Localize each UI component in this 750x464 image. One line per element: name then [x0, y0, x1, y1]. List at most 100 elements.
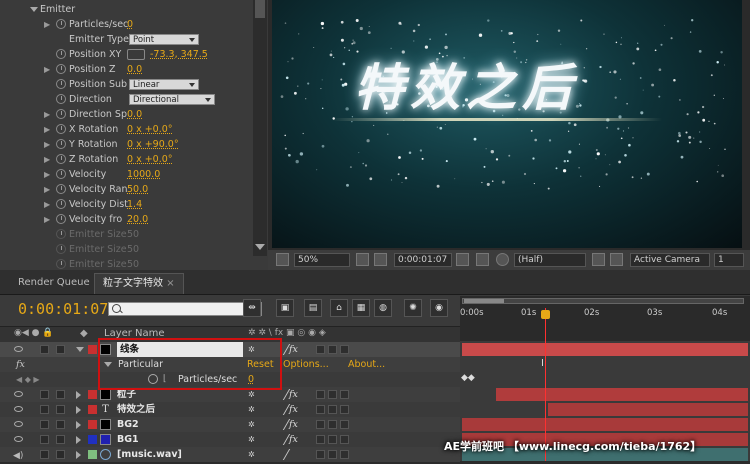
stopwatch-icon[interactable] — [56, 64, 66, 74]
3d-layer-toggle[interactable] — [340, 390, 349, 399]
stopwatch-icon[interactable] — [56, 169, 66, 179]
stopwatch-icon[interactable] — [56, 244, 66, 254]
transparency-grid-icon[interactable] — [610, 253, 623, 266]
twirl-triangle-icon[interactable]: ▶ — [44, 197, 50, 212]
property-value[interactable]: 1000.0 — [127, 167, 160, 182]
3d-layer-toggle[interactable] — [340, 345, 349, 354]
layer-duration-bar[interactable] — [462, 418, 748, 431]
lock-toggle[interactable] — [56, 420, 65, 429]
motion-blur-toggle[interactable] — [316, 435, 325, 444]
frame-blending-button[interactable]: ▦ — [352, 299, 370, 317]
audio-toggle-icon[interactable]: ◀) — [13, 449, 23, 464]
twirl-triangle-icon[interactable]: ▶ — [44, 107, 50, 122]
crosshair-icon[interactable] — [127, 49, 145, 60]
layer-duration-bar[interactable] — [462, 343, 748, 356]
effect-property-row[interactable]: ▶ Direction Sp 0.0 — [0, 107, 252, 122]
lock-toggle[interactable] — [56, 405, 65, 414]
effect-property-row[interactable]: ▶ Velocity Ran 50.0 — [0, 182, 252, 197]
effect-controls-scrollbar[interactable] — [253, 0, 267, 256]
effect-switch-icon[interactable]: fx — [289, 432, 298, 447]
chevron-right-icon[interactable] — [76, 436, 81, 444]
stopwatch-icon[interactable] — [56, 229, 66, 239]
tab-render-queue[interactable]: Render Queue — [10, 273, 98, 293]
property-value[interactable]: 50.0 — [127, 182, 148, 197]
close-icon[interactable]: × — [166, 278, 174, 289]
layer-name[interactable]: BG1 — [117, 432, 139, 447]
solo-toggle[interactable] — [40, 420, 49, 429]
property-value[interactable]: 0.0 — [127, 62, 142, 77]
show-snapshot-icon[interactable] — [476, 253, 489, 266]
layer-duration-bar[interactable] — [548, 403, 748, 416]
composition-canvas[interactable]: 特效之后 — [272, 0, 742, 248]
region-of-interest-icon[interactable] — [592, 253, 605, 266]
scroll-down-arrow-icon[interactable] — [255, 244, 265, 250]
motion-blur-toggle[interactable] — [316, 345, 325, 354]
twirl-triangle-icon[interactable]: ▶ — [44, 62, 50, 77]
eye-icon[interactable] — [14, 421, 23, 427]
camera-snapshot-icon[interactable] — [456, 253, 469, 266]
motion-blur-toggle[interactable] — [316, 405, 325, 414]
property-value[interactable]: 0 — [127, 17, 133, 32]
av-features-icons[interactable]: ◉◀ ● 🔒 — [14, 328, 54, 338]
stopwatch-icon[interactable] — [56, 259, 66, 269]
property-value[interactable]: 0.0 — [127, 107, 142, 122]
emitter-section-header[interactable]: Emitter — [0, 2, 252, 17]
effect-property-row[interactable]: ▶ Y Rotation 0 x +90.0° — [0, 137, 252, 152]
layer-row[interactable]: T 特效之后 ✲ fx — [0, 402, 460, 417]
layer-name[interactable]: 特效之后 — [117, 402, 155, 417]
label-color-swatch[interactable] — [88, 345, 97, 354]
twirl-triangle-icon[interactable]: ▶ — [44, 122, 50, 137]
property-value[interactable]: 20.0 — [127, 212, 148, 227]
work-area-start[interactable] — [464, 299, 504, 303]
twirl-triangle-icon[interactable]: ▶ — [44, 137, 50, 152]
twirl-triangle-icon[interactable]: ▶ — [44, 152, 50, 167]
twirl-triangle-icon[interactable]: ▶ — [44, 182, 50, 197]
adjustment-toggle[interactable] — [328, 420, 337, 429]
chevron-right-icon[interactable] — [76, 421, 81, 429]
chevron-right-icon[interactable] — [76, 406, 81, 414]
twirl-triangle-icon[interactable]: ▶ — [44, 212, 50, 227]
layer-name[interactable]: [music.wav] — [117, 447, 182, 462]
grid-icon[interactable] — [356, 253, 369, 266]
shy-switch-icon[interactable]: ✲ — [248, 390, 258, 399]
lock-toggle[interactable] — [56, 345, 65, 354]
playhead-handle[interactable] — [541, 310, 550, 319]
layer-row[interactable]: BG1 ✲ fx — [0, 432, 460, 447]
tab-composition[interactable]: 粒子文字特效 × — [94, 273, 184, 294]
label-color-swatch[interactable] — [88, 405, 97, 414]
view-layout-dropdown[interactable]: 1 — [714, 253, 744, 267]
eye-icon[interactable] — [14, 436, 23, 442]
effect-property-row[interactable]: ▶ Velocity Dist 1.4 — [0, 197, 252, 212]
camera-dropdown[interactable]: Active Camera — [630, 253, 710, 267]
solo-toggle[interactable] — [40, 450, 49, 459]
effect-options-link[interactable]: Options... — [283, 357, 329, 372]
chevron-right-icon[interactable] — [76, 451, 81, 459]
stopwatch-icon[interactable] — [56, 139, 66, 149]
shy-switch-icon[interactable]: ✲ — [248, 435, 258, 444]
stopwatch-icon[interactable] — [56, 154, 66, 164]
quality-switch-icon[interactable] — [272, 419, 291, 430]
shy-switch-icon[interactable]: ✲ — [248, 420, 258, 429]
eye-icon[interactable] — [14, 346, 23, 352]
resolution-dropdown[interactable]: (Half) — [514, 253, 586, 267]
always-preview-icon[interactable] — [276, 253, 289, 266]
mask-visibility-icon[interactable] — [374, 253, 387, 266]
effect-property-row[interactable]: Emitter Type Point — [0, 32, 252, 47]
draft-3d-button[interactable]: ▤ — [304, 299, 322, 317]
effect-property-row[interactable]: ▶ Position Z 0.0 — [0, 62, 252, 77]
twirl-triangle-icon[interactable]: ▶ — [44, 167, 50, 182]
effect-property-row[interactable]: Emitter Size 50 — [0, 227, 252, 242]
adjustment-toggle[interactable] — [328, 405, 337, 414]
effect-property-row[interactable]: Emitter Size 50 — [0, 242, 252, 257]
3d-layer-toggle[interactable] — [340, 420, 349, 429]
property-value[interactable]: -73.3, 347.5 — [150, 47, 208, 62]
motion-blur-button[interactable]: ◍ — [374, 299, 392, 317]
effect-property-row[interactable]: Position XY -73.3, 347.5 — [0, 47, 252, 62]
hide-shy-layers-button[interactable]: ⌂ — [330, 299, 348, 317]
stopwatch-icon[interactable] — [56, 124, 66, 134]
quality-switch-icon[interactable] — [272, 434, 291, 445]
adjustment-toggle[interactable] — [328, 345, 337, 354]
quality-switch-icon[interactable] — [272, 404, 291, 415]
stopwatch-icon[interactable] — [56, 214, 66, 224]
property-value[interactable]: 0 x +90.0° — [127, 137, 179, 152]
